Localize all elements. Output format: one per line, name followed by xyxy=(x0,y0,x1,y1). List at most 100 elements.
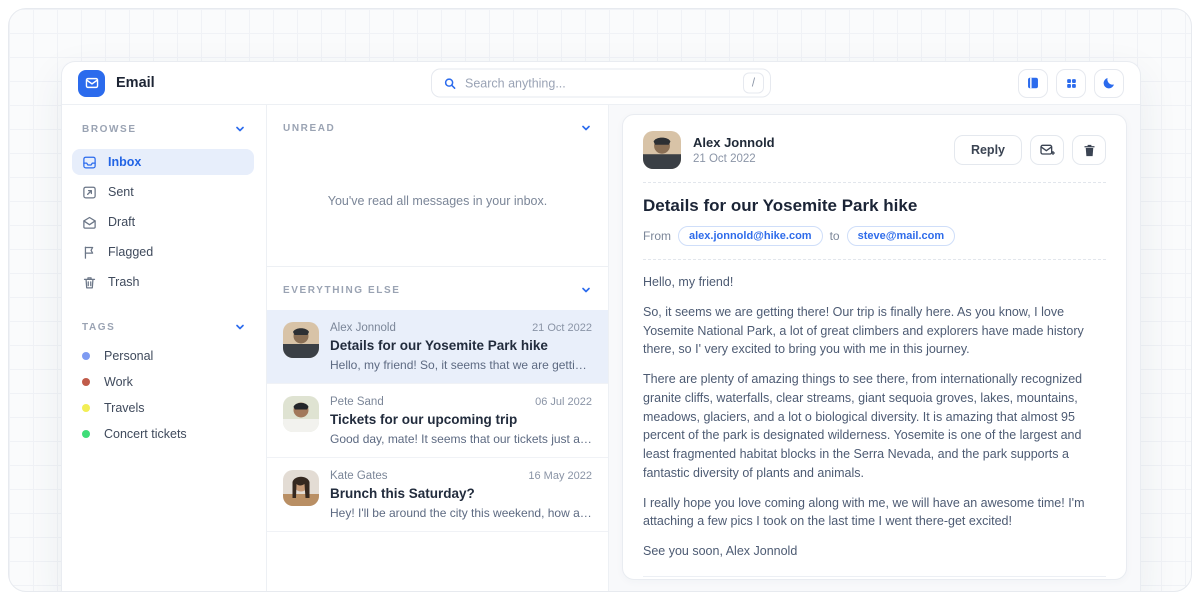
search-shortcut-key: / xyxy=(743,73,764,94)
avatar xyxy=(643,131,681,169)
unread-section-header: UNREAD xyxy=(267,105,608,148)
sidebar-item-draft[interactable]: Draft xyxy=(72,209,254,235)
email-logo-icon xyxy=(78,70,105,97)
avatar xyxy=(283,322,319,358)
divider xyxy=(643,182,1106,183)
trash-icon xyxy=(1082,143,1097,158)
chevron-down-icon[interactable] xyxy=(580,122,592,134)
delete-email-button[interactable] xyxy=(1072,135,1106,165)
email-subject: Details for our Yosemite Park hike xyxy=(330,338,592,353)
email-preview: Good day, mate! It seems that our ticket… xyxy=(330,432,592,446)
tag-label: Travels xyxy=(104,401,145,415)
signoff: See you soon, Alex Jonnold xyxy=(643,542,1106,561)
everything-else-title: EVERYTHING ELSE xyxy=(283,285,401,296)
browse-section-header: BROWSE xyxy=(82,123,246,135)
mail-open-icon xyxy=(82,215,97,230)
tag-dot xyxy=(82,430,90,438)
email-list-item[interactable]: Kate Gates 16 May 2022 Brunch this Satur… xyxy=(267,457,608,532)
divider xyxy=(643,576,1106,577)
tag-label: Personal xyxy=(104,349,153,363)
email-date: 16 May 2022 xyxy=(528,470,592,482)
divider xyxy=(643,259,1106,260)
sidebar-item-inbox[interactable]: Inbox xyxy=(72,149,254,175)
from-label: From xyxy=(643,229,671,243)
body-paragraph: Hello, my friend! xyxy=(643,273,1106,292)
email-date: 21 Oct 2022 xyxy=(532,322,592,334)
email-body: Hello, my friend! So, it seems we are ge… xyxy=(643,273,1106,561)
message-list: UNREAD You've read all messages in your … xyxy=(267,105,609,592)
body-paragraph: There are plenty of amazing things to se… xyxy=(643,370,1106,483)
email-meta: Alex Jonnold 21 Oct 2022 Details for our… xyxy=(330,322,592,372)
reading-pane: Alex Jonnold 21 Oct 2022 Reply xyxy=(609,105,1140,592)
app-header: Email / xyxy=(62,62,1140,105)
app-title: Email xyxy=(116,75,155,91)
unread-empty-state: You've read all messages in your inbox. xyxy=(267,148,608,266)
email-list-item[interactable]: Alex Jonnold 21 Oct 2022 Details for our… xyxy=(267,310,608,383)
body-paragraph: I really hope you love coming along with… xyxy=(643,494,1106,532)
apps-grid-button[interactable] xyxy=(1056,69,1086,98)
email-date: 06 Jul 2022 xyxy=(535,396,592,408)
sent-icon xyxy=(82,185,97,200)
avatar xyxy=(283,396,319,432)
chevron-down-icon[interactable] xyxy=(234,321,246,333)
page-background-frame: Email / xyxy=(8,8,1192,592)
book-button[interactable] xyxy=(1018,69,1048,98)
folder-nav: Inbox Sent xyxy=(72,149,254,295)
mark-unread-button[interactable] xyxy=(1030,135,1064,165)
brand: Email xyxy=(78,70,155,97)
body-paragraph: So, it seems we are getting there! Our t… xyxy=(643,303,1106,359)
email-sender: Pete Sand xyxy=(330,396,384,408)
email-subject: Brunch this Saturday? xyxy=(330,486,592,501)
book-icon xyxy=(1026,76,1040,90)
trash-icon xyxy=(82,275,97,290)
search-input[interactable] xyxy=(465,76,735,90)
mail-plus-icon xyxy=(1039,142,1055,158)
to-email-chip[interactable]: steve@mail.com xyxy=(847,226,956,246)
grid-icon xyxy=(1065,77,1078,90)
sidebar-item-label: Sent xyxy=(108,185,134,199)
main-layout: BROWSE Inbox xyxy=(62,105,1140,592)
tag-dot xyxy=(82,352,90,360)
unread-title: UNREAD xyxy=(283,123,335,134)
tag-dot xyxy=(82,378,90,386)
sidebar-item-label: Trash xyxy=(108,275,140,289)
tag-item-concert-tickets[interactable]: Concert tickets xyxy=(82,427,246,441)
sidebar-item-label: Draft xyxy=(108,215,135,229)
browse-title: BROWSE xyxy=(82,124,137,135)
tag-item-travels[interactable]: Travels xyxy=(82,401,246,415)
header-actions xyxy=(1018,69,1124,98)
tag-list: Personal Work Travels Concert tickets xyxy=(82,349,246,441)
email-preview: Hello, my friend! So, it seems that we a… xyxy=(330,358,592,372)
sender-block: Alex Jonnold 21 Oct 2022 xyxy=(693,135,775,165)
from-email-chip[interactable]: alex.jonnold@hike.com xyxy=(678,226,823,246)
email-meta: Kate Gates 16 May 2022 Brunch this Satur… xyxy=(330,470,592,520)
avatar xyxy=(283,470,319,506)
chevron-down-icon[interactable] xyxy=(580,284,592,296)
tag-label: Work xyxy=(104,375,133,389)
email-app-window: Email / xyxy=(61,61,1141,592)
sidebar: BROWSE Inbox xyxy=(62,105,267,592)
everything-else-section: EVERYTHING ELSE xyxy=(267,266,608,532)
reply-button[interactable]: Reply xyxy=(954,135,1022,165)
dark-mode-button[interactable] xyxy=(1094,69,1124,98)
inbox-icon xyxy=(82,155,97,170)
sidebar-item-sent[interactable]: Sent xyxy=(72,179,254,205)
search-bar[interactable]: / xyxy=(431,69,771,98)
chevron-down-icon[interactable] xyxy=(234,123,246,135)
sidebar-item-trash[interactable]: Trash xyxy=(72,269,254,295)
flag-icon xyxy=(82,245,97,260)
from-to-row: From alex.jonnold@hike.com to steve@mail… xyxy=(643,226,1106,246)
tag-item-personal[interactable]: Personal xyxy=(82,349,246,363)
everything-else-header: EVERYTHING ELSE xyxy=(267,267,608,310)
email-preview: Hey! I'll be around the city this weeken… xyxy=(330,506,592,520)
email-detail-header: Alex Jonnold 21 Oct 2022 Reply xyxy=(643,131,1106,169)
tag-item-work[interactable]: Work xyxy=(82,375,246,389)
detail-sender-name: Alex Jonnold xyxy=(693,135,775,150)
moon-icon xyxy=(1102,76,1116,90)
email-list-item[interactable]: Pete Sand 06 Jul 2022 Tickets for our up… xyxy=(267,383,608,457)
detail-date: 21 Oct 2022 xyxy=(693,153,775,165)
sidebar-item-label: Flagged xyxy=(108,245,153,259)
tags-section-header: TAGS xyxy=(82,321,246,333)
email-sender: Alex Jonnold xyxy=(330,322,396,334)
sidebar-item-flagged[interactable]: Flagged xyxy=(72,239,254,265)
